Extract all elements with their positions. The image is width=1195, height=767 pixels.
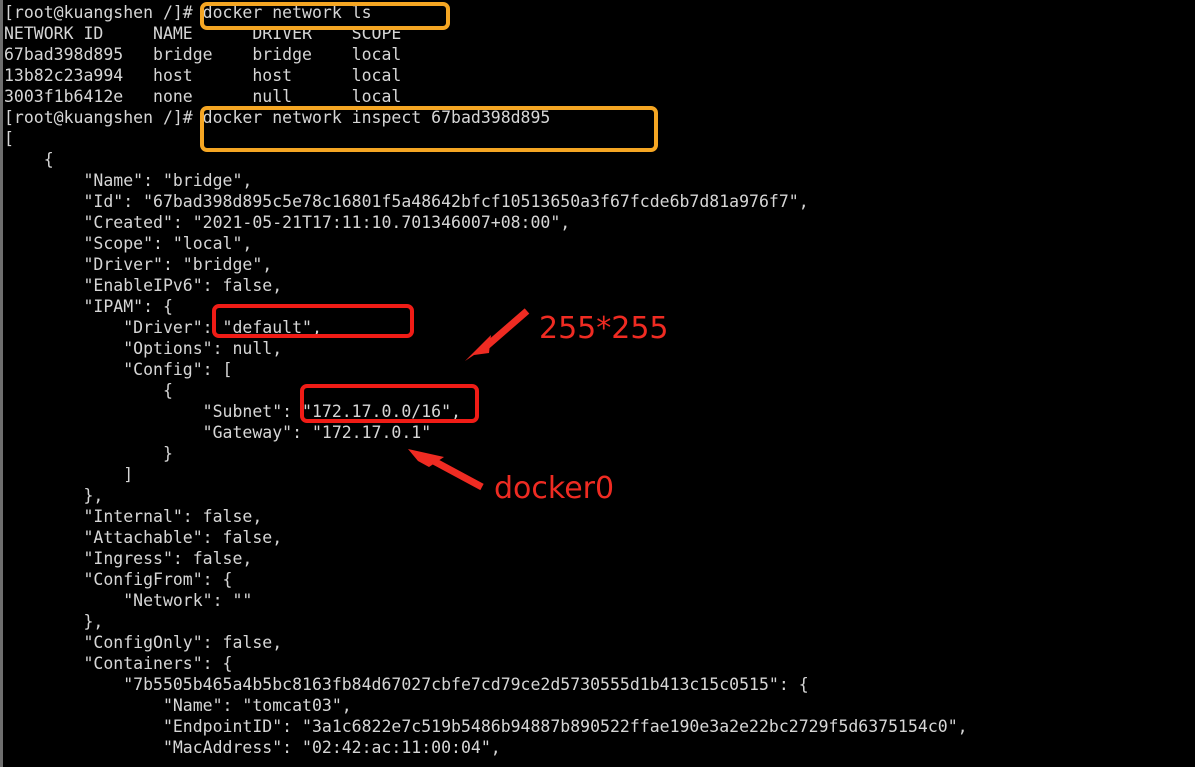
terminal-line: }, xyxy=(4,612,104,631)
terminal-line: "EnableIPv6": false, xyxy=(4,276,283,295)
terminal-line: 67bad398d895 bridge bridge local xyxy=(4,45,402,64)
terminal-line: [root@kuangshen /]# docker network ls xyxy=(4,3,372,22)
terminal-line: "Options": null, xyxy=(4,339,283,358)
terminal-line: "Id": "67bad398d895c5e78c16801f5a48642bf… xyxy=(4,192,809,211)
terminal-window: [root@kuangshen /]# docker network ls NE… xyxy=(0,0,1195,767)
terminal-line: "7b5505b465a4b5bc8163fb84d67027cbfe7cd79… xyxy=(4,675,809,694)
terminal-line: 13b82c23a994 host host local xyxy=(4,66,402,85)
terminal-line: "Attachable": false, xyxy=(4,528,283,547)
terminal-line: 3003f1b6412e none null local xyxy=(4,87,402,106)
terminal-line: NETWORK ID NAME DRIVER SCOPE xyxy=(4,24,402,43)
terminal-line: "IPAM": { xyxy=(4,297,173,316)
terminal-line: "Internal": false, xyxy=(4,507,263,526)
terminal-line: ] xyxy=(4,465,134,484)
terminal-line: }, xyxy=(4,486,104,505)
terminal-line: "MacAddress": "02:42:ac:11:00:04", xyxy=(4,738,501,757)
terminal-line: [ xyxy=(4,129,14,148)
terminal-line: "Subnet": "172.17.0.0/16", xyxy=(4,402,461,421)
terminal-line: "Created": "2021-05-21T17:11:10.70134600… xyxy=(4,213,571,232)
terminal-line: "Name": "bridge", xyxy=(4,171,253,190)
terminal-line: "Containers": { xyxy=(4,654,233,673)
terminal-line: "Name": "tomcat03", xyxy=(4,696,352,715)
terminal-line: "Driver": "default", xyxy=(4,318,322,337)
window-left-edge xyxy=(0,0,3,767)
terminal-line: [root@kuangshen /]# docker network inspe… xyxy=(4,108,551,127)
terminal-line: } xyxy=(4,444,173,463)
terminal-line: "Config": [ xyxy=(4,360,233,379)
terminal-line: "Scope": "local", xyxy=(4,234,253,253)
terminal-line: { xyxy=(4,150,54,169)
terminal-line: "ConfigOnly": false, xyxy=(4,633,283,652)
terminal-line: "Gateway": "172.17.0.1" xyxy=(4,423,432,442)
terminal-line: "Network": "" xyxy=(4,591,253,610)
terminal-output[interactable]: [root@kuangshen /]# docker network ls NE… xyxy=(4,2,1192,767)
terminal-line: "EndpointID": "3a1c6822e7c519b5486b94887… xyxy=(4,717,968,736)
terminal-line: "Driver": "bridge", xyxy=(4,255,273,274)
terminal-line: { xyxy=(4,381,173,400)
terminal-line: "Ingress": false, xyxy=(4,549,253,568)
terminal-line: "ConfigFrom": { xyxy=(4,570,233,589)
